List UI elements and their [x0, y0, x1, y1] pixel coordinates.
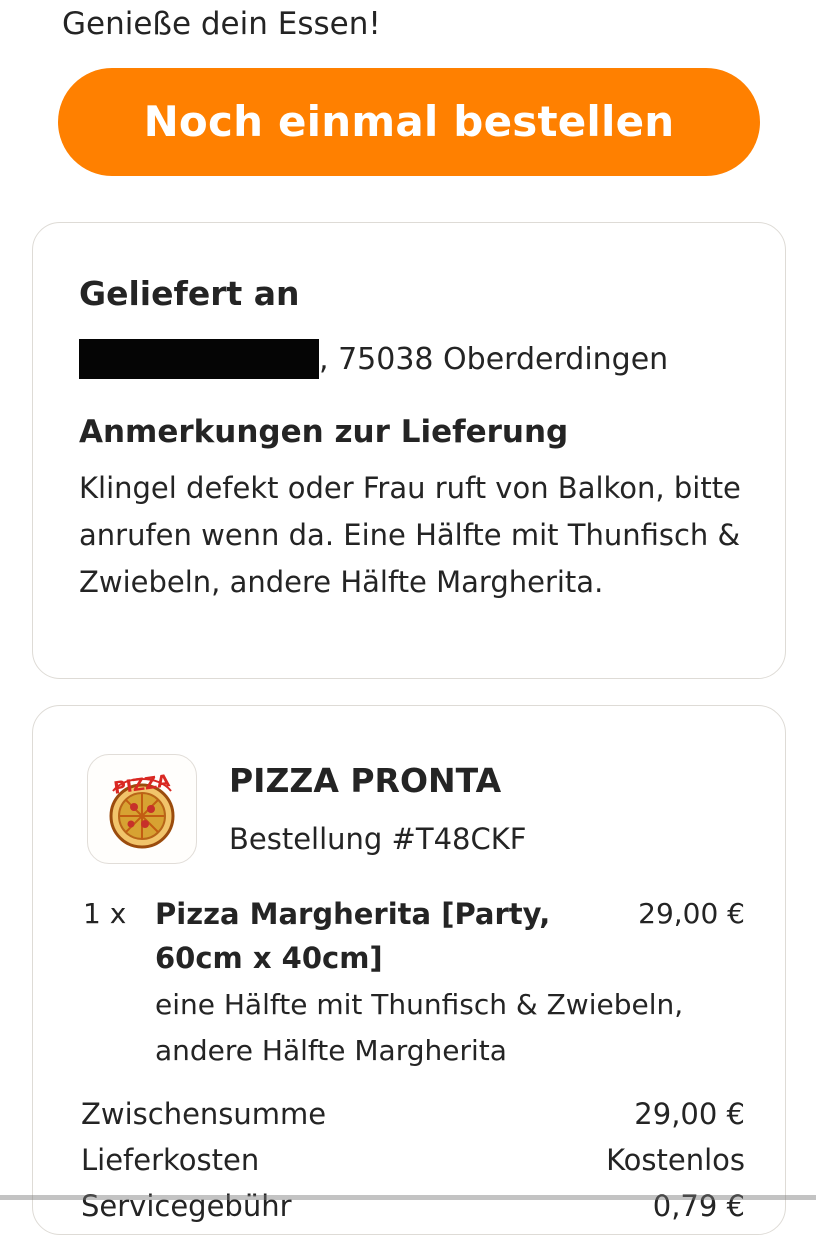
- subtotal-label: Zwischensumme: [81, 1097, 327, 1131]
- delivery-fee-label: Lieferkosten: [81, 1143, 260, 1177]
- order-success-message: Genieße dein Essen!: [62, 6, 381, 42]
- restaurant-name: PIZZA PRONTA: [229, 761, 502, 800]
- delivery-card: Geliefert an , 75038 Oberderdingen Anmer…: [32, 222, 786, 679]
- screen-bottom-edge: [0, 1195, 816, 1200]
- delivery-fee-value: Kostenlos: [606, 1143, 745, 1177]
- reorder-button[interactable]: Noch einmal bestellen: [58, 68, 760, 176]
- delivery-address: , 75038 Oberderdingen: [79, 337, 668, 381]
- restaurant-logo: PIZZA: [87, 754, 197, 864]
- order-item-name: Pizza Margherita [Party, 60cm x 40cm]: [155, 897, 551, 975]
- delivery-notes-text: Klingel defekt oder Frau ruft von Balkon…: [79, 471, 741, 599]
- order-card: PIZZA PIZZA PRONTA Bestellung #T48CKF 1 …: [32, 705, 786, 1235]
- delivery-address-postal-city: , 75038 Oberderdingen: [319, 341, 669, 377]
- service-fee-row: Servicegebühr 0,79 €: [81, 1184, 745, 1228]
- order-item-description: eine Hälfte mit Thunfisch & Zwiebeln, an…: [155, 988, 684, 1067]
- order-item-price: 29,00 €: [638, 897, 745, 930]
- subtotal-row: Zwischensumme 29,00 €: [81, 1092, 745, 1136]
- delivery-notes-title: Anmerkungen zur Lieferung: [79, 414, 569, 450]
- delivery-fee-row: Lieferkosten Kostenlos: [81, 1138, 745, 1182]
- pizza-logo-icon: PIZZA: [109, 771, 175, 849]
- order-item-quantity: 1 x: [83, 897, 127, 930]
- order-number: Bestellung #T48CKF: [229, 822, 527, 856]
- reorder-button-label: Noch einmal bestellen: [143, 97, 675, 146]
- delivered-to-title: Geliefert an: [79, 274, 300, 313]
- redacted-street-address: [79, 339, 319, 379]
- subtotal-value: 29,00 €: [634, 1097, 745, 1131]
